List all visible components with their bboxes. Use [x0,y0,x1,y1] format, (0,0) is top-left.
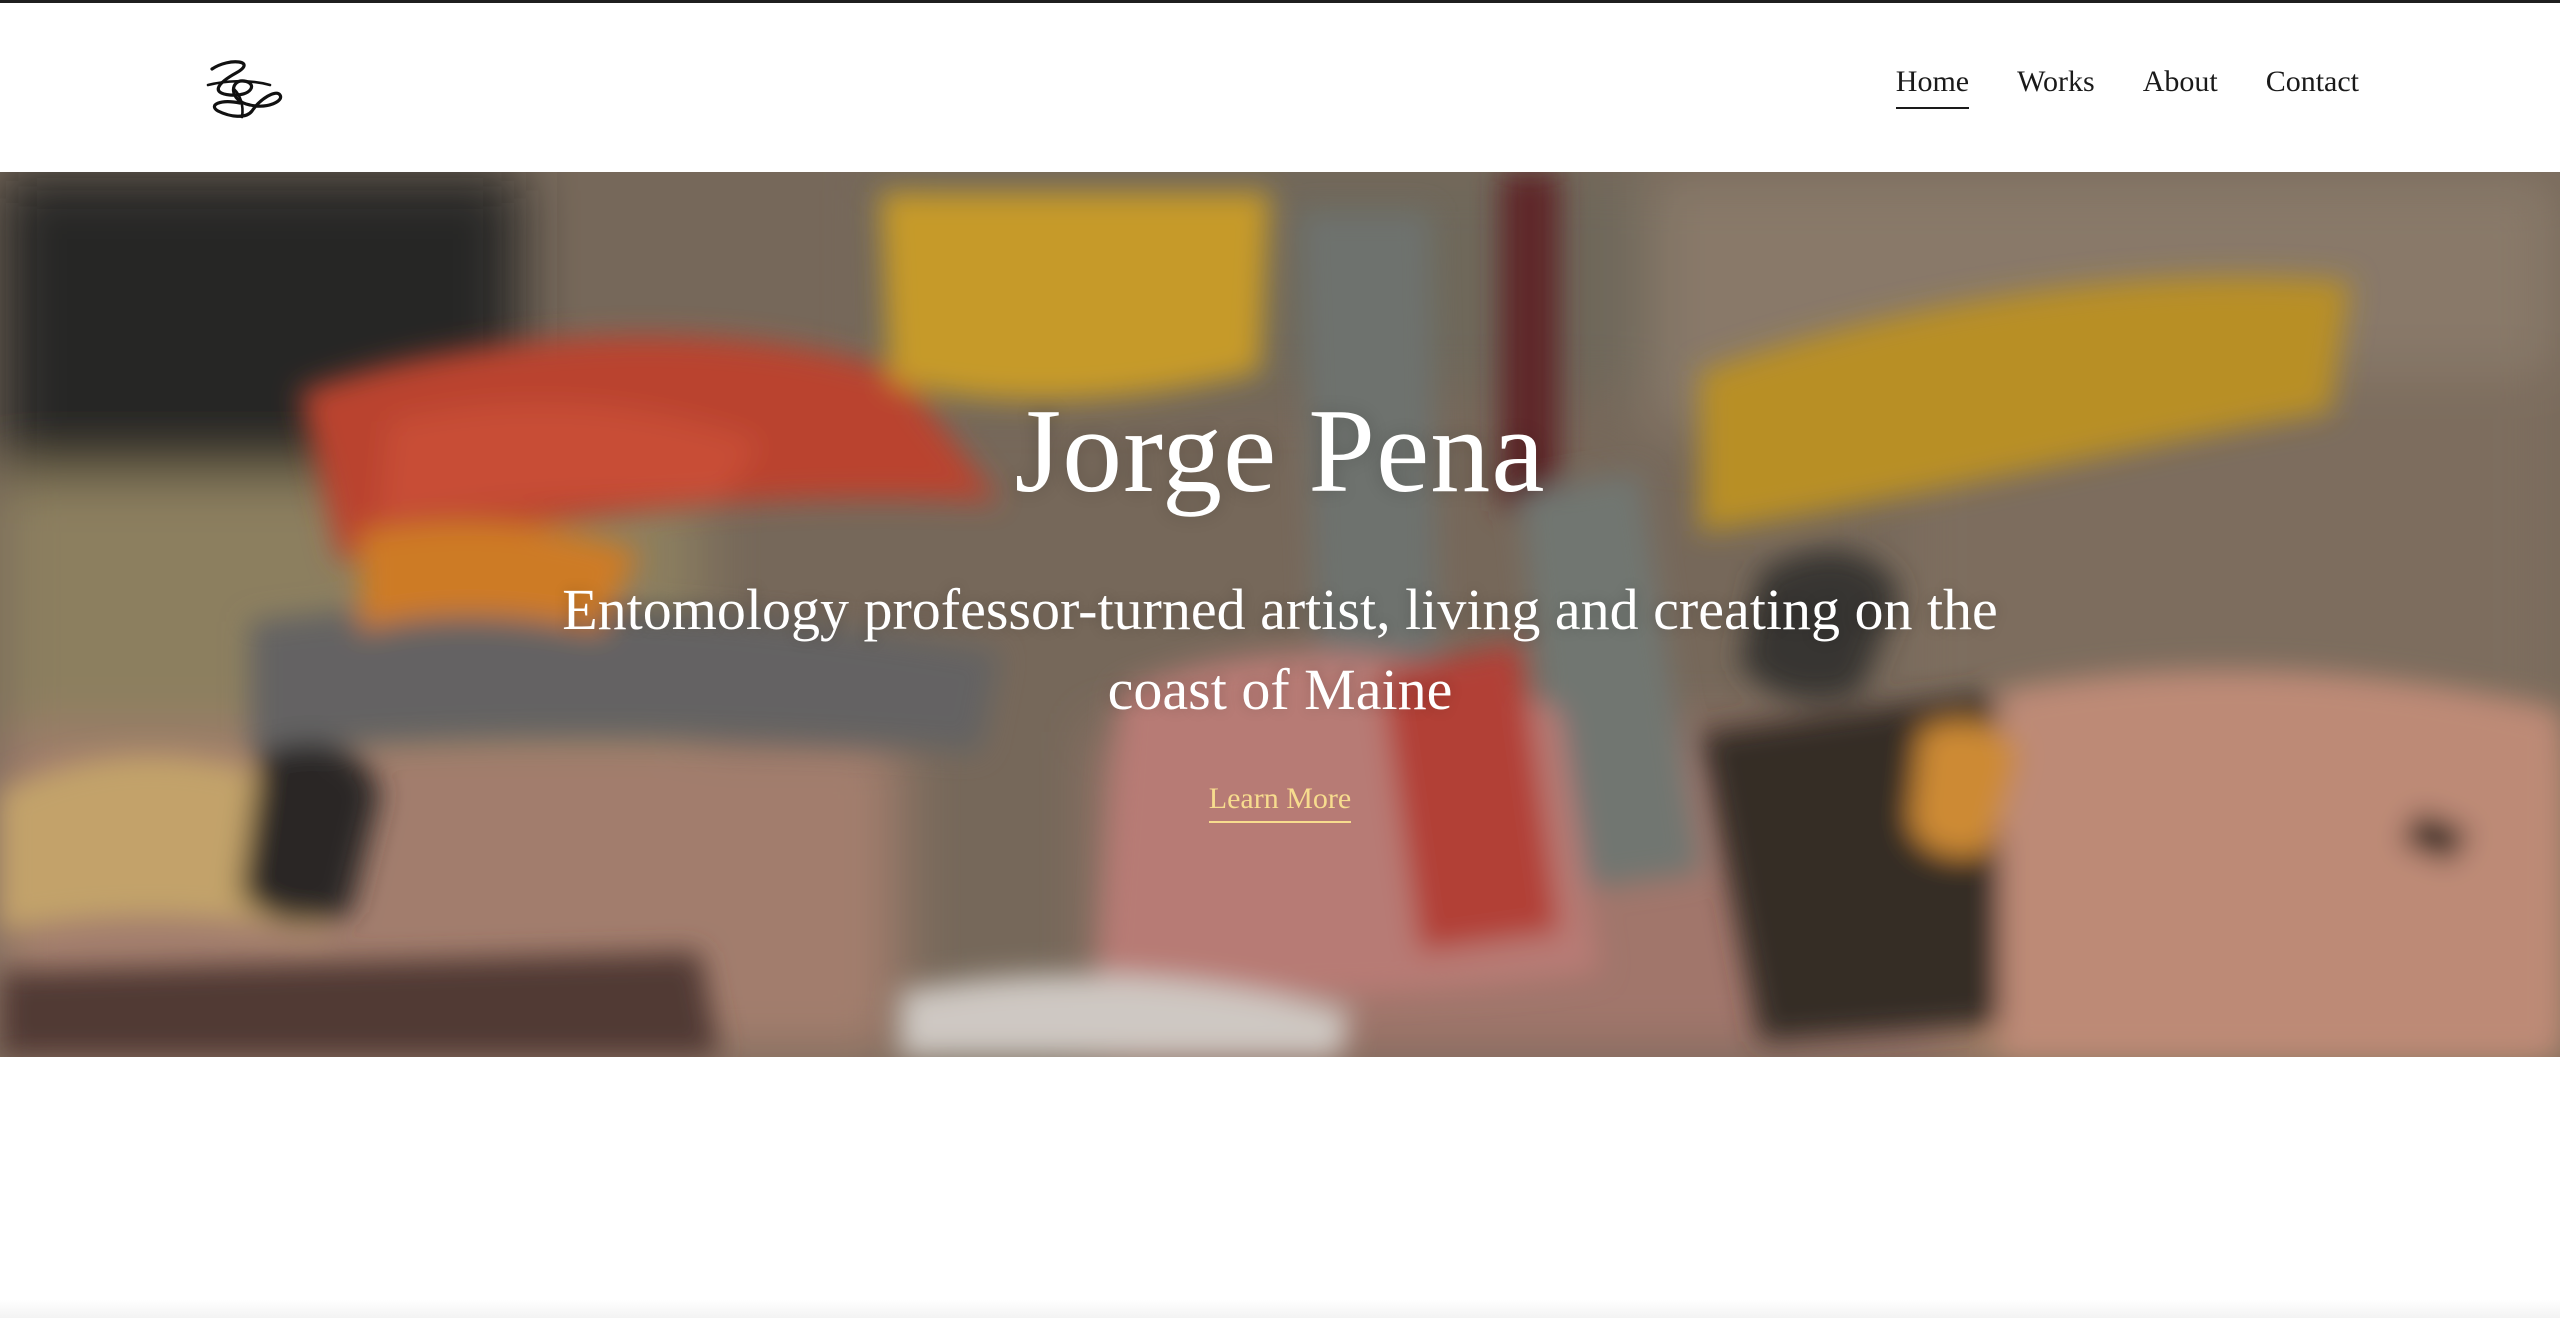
signature-logo-icon[interactable] [200,55,290,123]
hero-cta-wrapper: Learn More [0,782,2560,823]
learn-more-link[interactable]: Learn More [1208,782,1352,823]
nav-about-link[interactable]: About [2143,65,2218,109]
hero-title: Jorge Pena [1014,384,1546,517]
nav-contact-link[interactable]: Contact [2266,65,2359,109]
nav-home-link[interactable]: Home [1895,65,1970,109]
main-nav: Home Works About Contact [1895,65,2359,109]
page-bottom-edge [0,1300,2560,1318]
nav-works-link[interactable]: Works [2017,65,2095,109]
hero-banner: Jorge Pena Entomology professor-turned a… [0,172,2560,1057]
site-header: Home Works About Contact [0,3,2560,172]
hero-subtitle: Entomology professor-turned artist, livi… [562,577,1998,722]
